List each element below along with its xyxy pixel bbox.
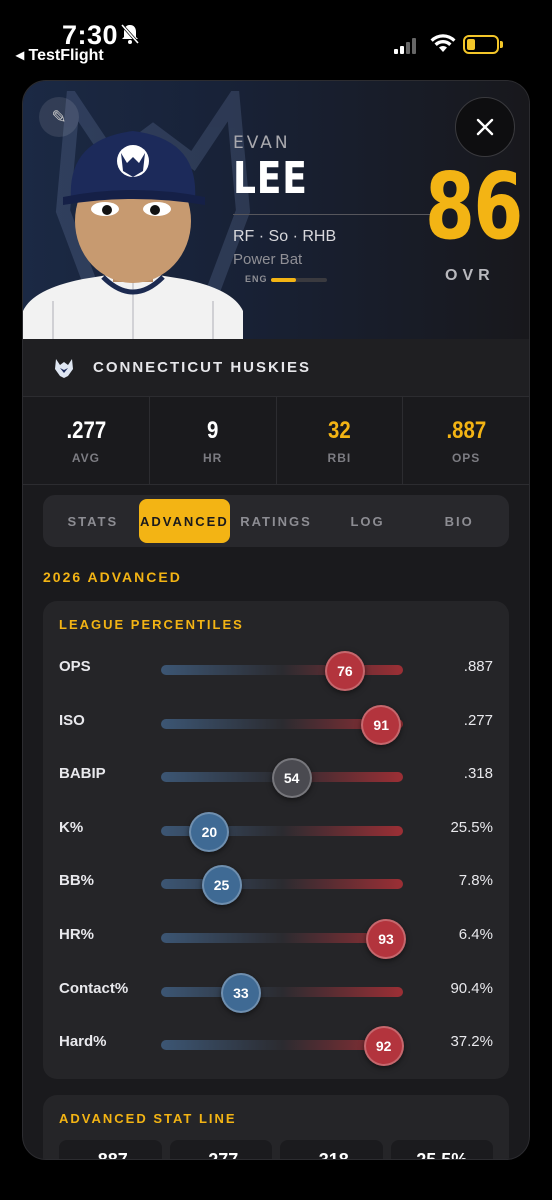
stat-value: .318 bbox=[463, 765, 493, 783]
advanced-stat-cell: .318 bbox=[280, 1139, 383, 1159]
percentile-label: K% bbox=[59, 818, 84, 836]
percentile-row: HR% 93 6.4% bbox=[59, 908, 493, 962]
percentile-marker: 54 bbox=[271, 758, 312, 799]
percentile-marker: 76 bbox=[324, 651, 365, 691]
overall-label: OVR bbox=[445, 267, 495, 284]
percentile-marker: 92 bbox=[363, 1026, 404, 1067]
huskies-logo-icon bbox=[55, 358, 73, 378]
percentile-marker: 25 bbox=[201, 865, 242, 906]
panel-title: ADVANCED STAT LINE bbox=[59, 1110, 237, 1126]
percentile-row: OPS 76 .887 bbox=[59, 640, 493, 694]
stat-value: 37.2% bbox=[450, 1033, 493, 1051]
percentile-row: BABIP 54 .318 bbox=[59, 747, 493, 801]
tab-log[interactable]: LOG bbox=[322, 499, 414, 543]
percentile-marker: 93 bbox=[366, 918, 407, 959]
stat-value: 6.4% bbox=[458, 925, 493, 943]
player-avatar bbox=[23, 131, 243, 339]
advanced-stat-cell: .277 bbox=[169, 1139, 272, 1159]
cellular-signal-icon bbox=[394, 38, 420, 54]
stat-value: 25.5% bbox=[450, 818, 493, 836]
percentile-marker: 33 bbox=[220, 972, 261, 1013]
overall-rating: 86 bbox=[425, 153, 523, 260]
stat-value: .277 bbox=[463, 711, 493, 729]
percentile-row: BB% 25 7.8% bbox=[59, 854, 493, 908]
team-name: CONNECTICUT HUSKIES bbox=[93, 359, 312, 376]
league-percentiles-panel: LEAGUE PERCENTILES OPS 76 .887 ISO 91 .277 BAB… bbox=[43, 601, 509, 1079]
percentile-marker: 20 bbox=[189, 811, 230, 852]
percentile-label: OPS bbox=[59, 658, 91, 675]
percentile-list: OPS 76 .887 ISO 91 .277 BABIP 54 .318 K% 20 25.5% BB… bbox=[59, 640, 493, 1069]
player-first-name: EVAN bbox=[233, 133, 291, 153]
wifi-icon bbox=[430, 34, 456, 54]
tab-ratings[interactable]: RATINGS bbox=[230, 499, 322, 543]
stat-value: .887 bbox=[463, 658, 493, 675]
advanced-stat-cell: .887 bbox=[59, 1139, 162, 1159]
percentile-label: Contact% bbox=[59, 979, 129, 997]
eng-label: ENG bbox=[245, 274, 268, 284]
percentile-label: Hard% bbox=[59, 1033, 107, 1051]
status-bar: 7:30 ◂ TestFlight bbox=[0, 0, 552, 70]
back-to-testflight-link[interactable]: ◂ TestFlight bbox=[16, 45, 104, 65]
advanced-stat-cell: 25.5% bbox=[390, 1139, 493, 1159]
section-title: 2026 ADVANCED bbox=[43, 569, 182, 585]
percentile-track bbox=[161, 986, 403, 997]
panel-title: LEAGUE PERCENTILES bbox=[59, 617, 244, 632]
percentile-label: BB% bbox=[59, 872, 95, 890]
stat-ops: .887 OPS bbox=[446, 416, 486, 465]
battery-icon bbox=[463, 35, 499, 54]
tab-bio[interactable]: BIO bbox=[413, 499, 505, 543]
stat-avg: .277 AVG bbox=[23, 397, 150, 484]
team-row: CONNECTICUT HUSKIES bbox=[23, 339, 529, 397]
player-last-name: LEE bbox=[233, 153, 308, 204]
silent-bell-icon bbox=[120, 23, 140, 51]
percentile-label: HR% bbox=[59, 925, 95, 943]
player-archetype: Power Bat bbox=[233, 251, 303, 268]
percentile-row: Contact% 33 90.4% bbox=[59, 962, 493, 1016]
advanced-stat-row: .887 .277 .318 25.5% bbox=[59, 1139, 493, 1159]
percentile-row: ISO 91 .277 bbox=[59, 694, 493, 748]
divider bbox=[233, 214, 433, 215]
eng-meter bbox=[271, 278, 327, 282]
player-hero: ✎ EVAN LEE RF · So · RHB Power Bat ENG 8… bbox=[23, 81, 529, 339]
player-card: ✎ EVAN LEE RF · So · RHB Power Bat ENG 8… bbox=[22, 80, 530, 1160]
percentile-label: BABIP bbox=[59, 765, 106, 783]
percentile-track bbox=[161, 665, 403, 675]
percentile-marker: 91 bbox=[361, 704, 402, 745]
advanced-stat-line-panel: ADVANCED STAT LINE .887 .277 .318 25.5% bbox=[43, 1094, 509, 1159]
summary-stat-line: .277 AVG 9 HR 32 RBI .887 OPS bbox=[23, 397, 529, 485]
tab-advanced[interactable]: ADVANCED bbox=[138, 499, 231, 543]
tab-stats[interactable]: STATS bbox=[47, 499, 139, 543]
percentile-label: ISO bbox=[59, 711, 85, 729]
stat-value: 7.8% bbox=[458, 872, 493, 890]
percentile-row: K% 20 25.5% bbox=[59, 801, 493, 855]
stat-hr: 9 HR bbox=[150, 397, 277, 484]
close-button[interactable] bbox=[455, 97, 515, 157]
percentile-row: Hard% 92 37.2% bbox=[59, 1015, 493, 1069]
percentile-track bbox=[161, 879, 403, 890]
stat-value: 90.4% bbox=[450, 979, 493, 997]
tab-bar: STATS ADVANCED RATINGS LOG BIO bbox=[43, 495, 509, 547]
close-icon bbox=[476, 118, 494, 136]
player-position-line: RF · So · RHB bbox=[233, 228, 337, 245]
stat-rbi: 32 RBI bbox=[277, 397, 404, 484]
